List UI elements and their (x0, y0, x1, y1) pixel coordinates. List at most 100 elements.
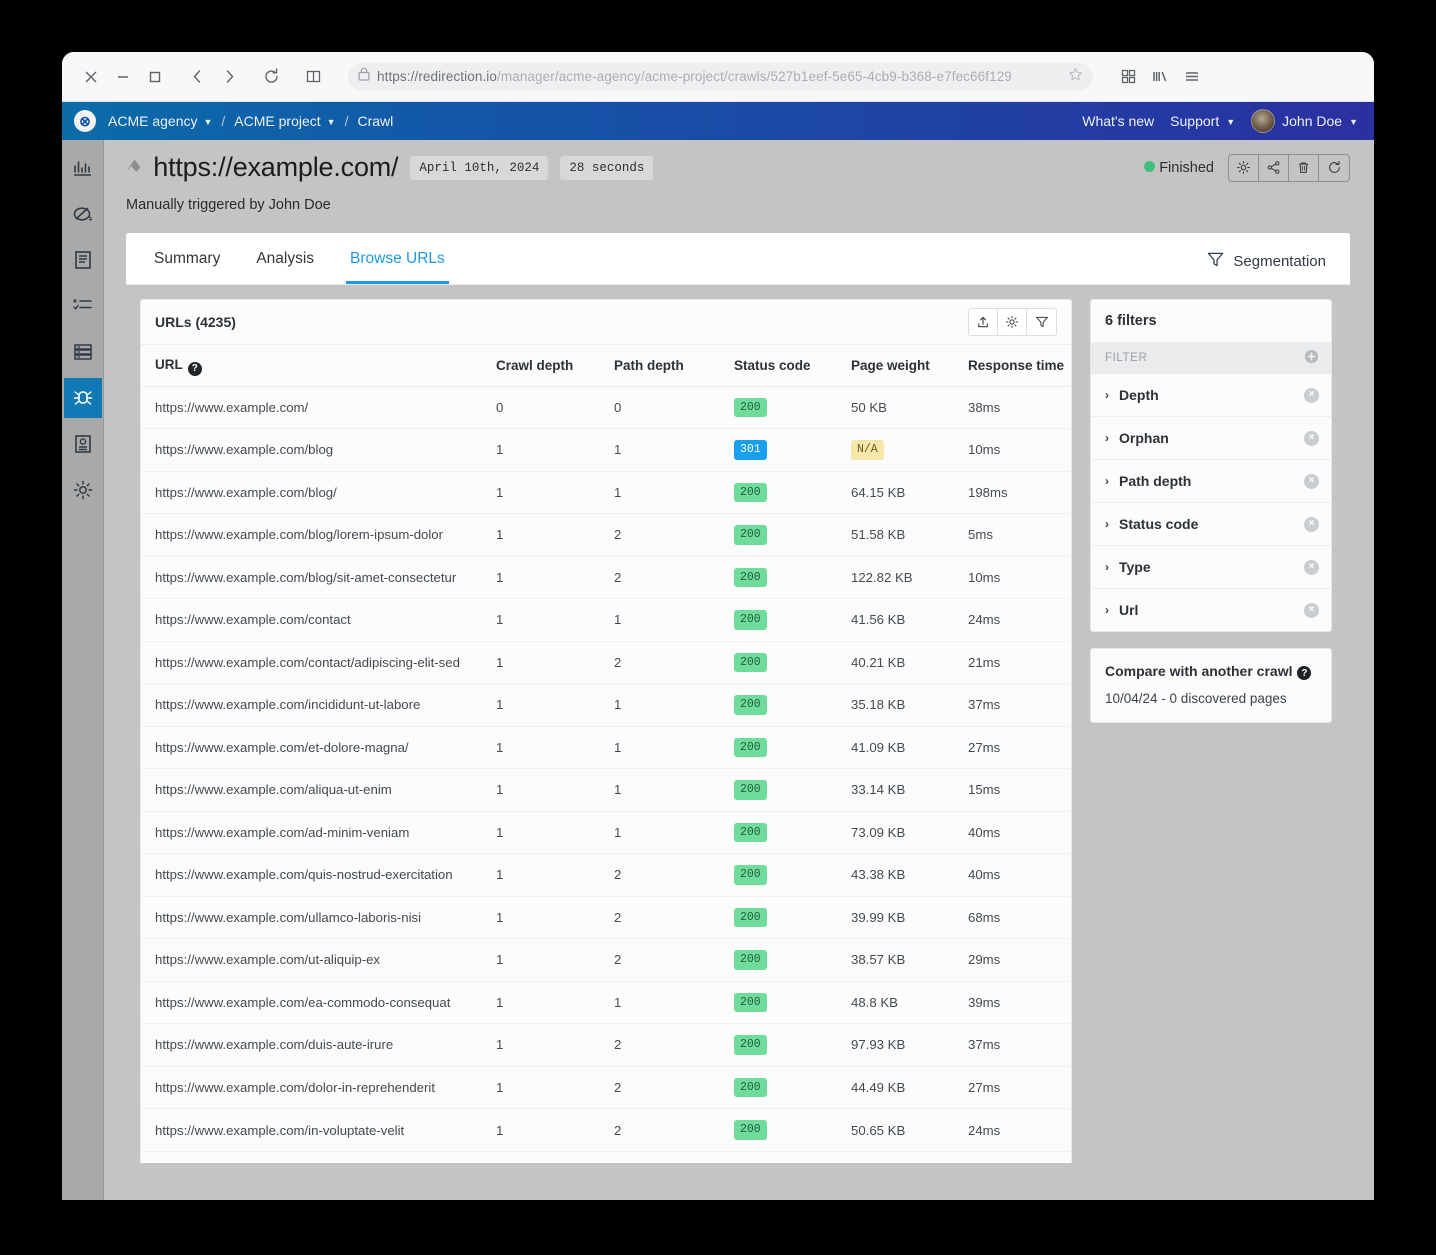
tab-browse-urls[interactable]: Browse URLs (346, 250, 449, 284)
cell-url[interactable]: https://www.example.com/blog/lorem-ipsum… (141, 513, 496, 557)
cell-url[interactable]: https://www.example.com/in-voluptate-vel… (141, 1108, 496, 1152)
remove-filter-icon[interactable]: × (1304, 559, 1319, 575)
table-row[interactable]: https://www.example.com/dolor-in-reprehe… (141, 1066, 1071, 1110)
cell-url[interactable]: https://www.example.com/blog/ (141, 471, 496, 515)
sidebar-item-settings[interactable] (64, 470, 102, 510)
remove-filter-icon[interactable]: × (1304, 602, 1319, 618)
table-row[interactable]: https://www.example.com/quis-nostrud-exe… (141, 853, 1071, 897)
cell-url[interactable]: https://www.example.com/dolor-in-reprehe… (141, 1066, 496, 1110)
remove-filter-icon[interactable]: × (1304, 387, 1319, 403)
tab-summary[interactable]: Summary (150, 250, 224, 284)
bookmark-star-icon[interactable] (1068, 67, 1083, 87)
remove-filter-icon[interactable]: × (1304, 473, 1319, 489)
back-icon[interactable] (182, 62, 212, 92)
support-menu[interactable]: Support ▼ (1170, 113, 1235, 129)
column-header-status-code[interactable]: Status code (734, 345, 851, 387)
cell-url[interactable]: https://www.example.com/ut-aliquip-ex (141, 938, 496, 982)
gear-icon[interactable] (1229, 154, 1259, 181)
new-tab-icon[interactable] (298, 62, 328, 92)
table-row[interactable]: https://www.example.com/contact 1 1 200 41.5… (141, 598, 1071, 642)
column-header-crawl-depth[interactable]: Crawl depth (496, 345, 614, 387)
cell-url[interactable]: https://www.example.com/blog/sit-amet-co… (141, 556, 496, 600)
cell-url[interactable]: https://www.example.com/ullamco-laboris-… (141, 896, 496, 940)
column-header-path-depth[interactable]: Path depth (614, 345, 734, 387)
cell-page-weight: 39.99 KB (851, 896, 968, 940)
filter-row-depth[interactable]: › Depth × (1091, 374, 1331, 417)
breadcrumb-project[interactable]: ACME project ▼ (234, 113, 335, 129)
compare-value[interactable]: 10/04/24 - 0 discovered pages (1091, 683, 1331, 722)
table-row[interactable]: https://www.example.com/aliqua-ut-enim 1 1… (141, 768, 1071, 812)
table-row[interactable]: https://www.example.com/in-voluptate-vel… (141, 1108, 1071, 1152)
close-icon[interactable] (76, 62, 106, 92)
filter-icon[interactable] (1027, 309, 1056, 335)
table-row[interactable]: https://www.example.com/0020050 KB38msye… (141, 386, 1071, 430)
sidebar-item-rules[interactable] (64, 240, 102, 280)
help-icon[interactable]: ? (1297, 666, 1312, 680)
hamburger-menu-icon[interactable] (1177, 62, 1207, 92)
share-icon[interactable] (1259, 154, 1289, 181)
table-row[interactable]: https://www.example.com/esse-cillum-dolo… (141, 1151, 1071, 1163)
filter-row-status-code[interactable]: › Status code × (1091, 503, 1331, 546)
help-icon[interactable]: ? (187, 361, 202, 376)
gear-icon[interactable] (998, 309, 1027, 335)
table-row[interactable]: https://www.example.com/incididunt-ut-la… (141, 683, 1071, 727)
cell-url[interactable]: https://www.example.com/incididunt-ut-la… (141, 683, 496, 727)
forward-icon[interactable] (214, 62, 244, 92)
filter-row-url[interactable]: › Url × (1091, 589, 1331, 631)
sidebar-item-logs[interactable] (64, 332, 102, 372)
whats-new-link[interactable]: What's new (1082, 113, 1154, 129)
sidebar-item-tasks[interactable] (64, 286, 102, 326)
table-row[interactable]: https://www.example.com/ut-aliquip-ex 1 2 2… (141, 938, 1071, 982)
sidebar-item-redirections[interactable] (64, 194, 102, 234)
cell-url[interactable]: https://www.example.com/duis-aute-irure (141, 1023, 496, 1067)
pin-icon[interactable]: ⚑ (122, 155, 145, 180)
table-row[interactable]: https://www.example.com/et-dolore-magna/… (141, 726, 1071, 770)
remove-filter-icon[interactable]: × (1304, 516, 1319, 532)
breadcrumb-agency[interactable]: ACME agency ▼ (108, 113, 212, 129)
table-row[interactable]: https://www.example.com/blog 1 1 301 N/A 10ms… (141, 428, 1071, 472)
export-icon[interactable] (969, 309, 998, 335)
user-menu[interactable]: John Doe ▼ (1251, 109, 1358, 133)
cell-url[interactable]: https://www.example.com/aliqua-ut-enim (141, 768, 496, 812)
cell-url[interactable]: https://www.example.com/et-dolore-magna/ (141, 726, 496, 770)
cell-url[interactable]: https://www.example.com/contact (141, 598, 496, 642)
sidebar-item-crawl[interactable] (63, 378, 102, 418)
table-row[interactable]: https://www.example.com/contact/adipisci… (141, 641, 1071, 685)
add-filter-icon[interactable] (1304, 349, 1319, 367)
cell-url[interactable]: https://www.example.com/ (141, 386, 496, 430)
column-header-url[interactable]: URL? (141, 345, 496, 387)
address-bar[interactable]: https://redirection.io/manager/acme-agen… (348, 62, 1093, 91)
table-row[interactable]: https://www.example.com/blog/sit-amet-co… (141, 556, 1071, 600)
cell-crawl-depth: 0 (496, 386, 614, 430)
sidebar-item-analytics[interactable] (64, 148, 102, 188)
remove-filter-icon[interactable]: × (1304, 430, 1319, 446)
table-row[interactable]: https://www.example.com/ullamco-laboris-… (141, 896, 1071, 940)
minimize-icon[interactable] (108, 62, 138, 92)
cell-url[interactable]: https://www.example.com/contact/adipisci… (141, 641, 496, 685)
refresh-icon[interactable] (1319, 155, 1349, 181)
filter-row-type[interactable]: › Type × (1091, 546, 1331, 589)
cell-url[interactable]: https://www.example.com/esse-cillum-dolo… (141, 1151, 496, 1163)
maximize-icon[interactable] (140, 62, 170, 92)
apps-grid-icon[interactable] (1113, 62, 1143, 92)
cell-url[interactable]: https://www.example.com/ad-minim-veniam (141, 811, 496, 855)
tab-analysis[interactable]: Analysis (252, 250, 318, 284)
segmentation-button[interactable]: Segmentation (1207, 251, 1326, 284)
table-row[interactable]: https://www.example.com/ad-minim-veniam 1… (141, 811, 1071, 855)
filter-row-path-depth[interactable]: › Path depth × (1091, 460, 1331, 503)
column-header-response-time[interactable]: Response time (968, 345, 1071, 387)
filter-row-orphan[interactable]: › Orphan × (1091, 417, 1331, 460)
cell-url[interactable]: https://www.example.com/blog (141, 428, 496, 472)
cell-url[interactable]: https://www.example.com/ea-commodo-conse… (141, 981, 496, 1025)
library-icon[interactable] (1145, 62, 1175, 92)
table-row[interactable]: https://www.example.com/ea-commodo-conse… (141, 981, 1071, 1025)
reload-icon[interactable] (256, 62, 286, 92)
sidebar-item-reports[interactable] (64, 424, 102, 464)
column-header-page-weight[interactable]: Page weight (851, 345, 968, 387)
trash-icon[interactable] (1289, 154, 1319, 181)
table-row[interactable]: https://www.example.com/blog/1 1 200 64.15 … (141, 471, 1071, 515)
cell-url[interactable]: https://www.example.com/quis-nostrud-exe… (141, 853, 496, 897)
table-row[interactable]: https://www.example.com/duis-aute-irure 1… (141, 1023, 1071, 1067)
table-row[interactable]: https://www.example.com/blog/lorem-ipsum… (141, 513, 1071, 557)
app-logo-icon[interactable]: ⊗ (74, 110, 96, 132)
